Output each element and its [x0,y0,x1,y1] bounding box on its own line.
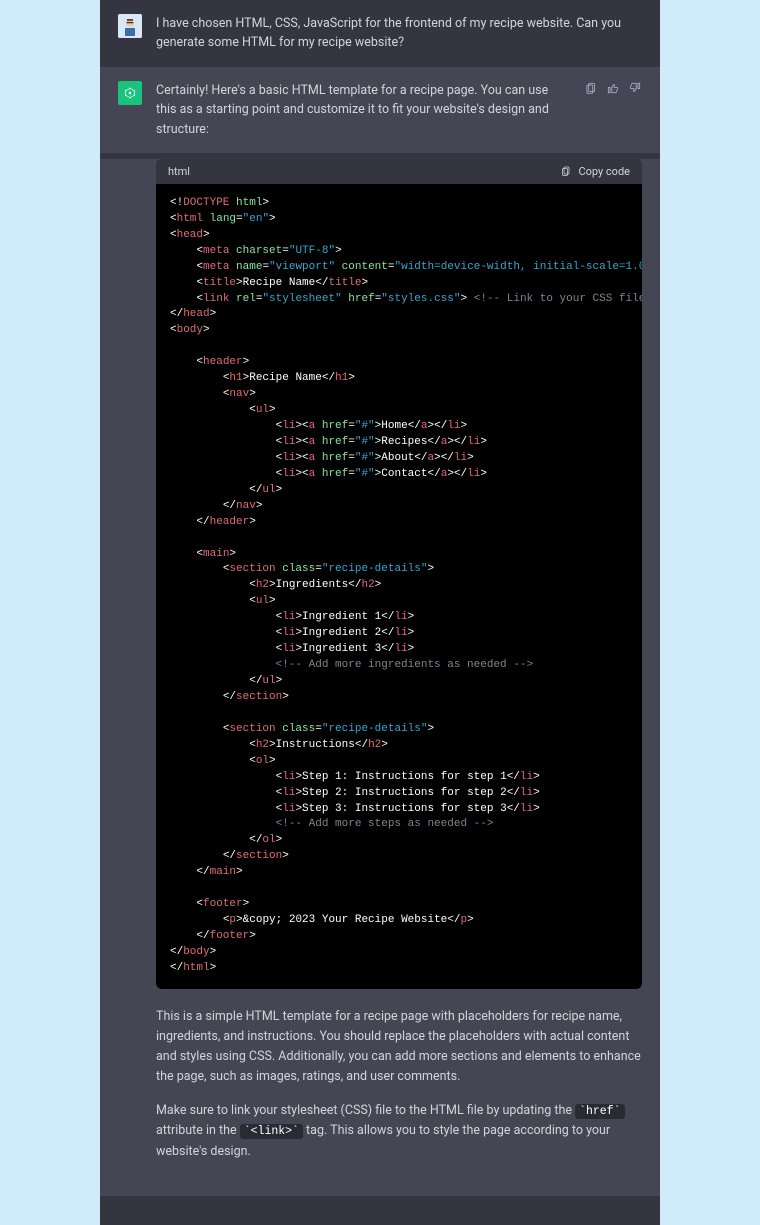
inline-code-href: `href` [575,1104,624,1119]
code-lang-label: html [168,165,190,178]
clipboard-icon[interactable] [584,81,598,99]
chat-container: I have chosen HTML, CSS, JavaScript for … [100,0,660,1225]
thumbs-up-icon[interactable] [606,81,620,99]
copy-code-button[interactable]: Copy code [560,165,630,178]
user-message-text: I have chosen HTML, CSS, JavaScript for … [156,14,642,53]
assistant-paragraph-1: This is a simple HTML template for a rec… [156,1007,642,1087]
copy-code-label: Copy code [578,165,630,178]
code-body[interactable]: <!DOCTYPE html> <html lang="en"> <head> … [156,184,642,989]
code-header: html Copy code [156,159,642,184]
assistant-message-row: Certainly! Here's a basic HTML template … [100,67,660,153]
assistant-paragraph-2: Make sure to link your stylesheet (CSS) … [156,1101,642,1162]
user-avatar [118,14,142,38]
assistant-body: html Copy code <!DOCTYPE html> <html lan… [100,159,660,1196]
user-message-row: I have chosen HTML, CSS, JavaScript for … [100,0,660,67]
assistant-intro-text: Certainly! Here's a basic HTML template … [156,81,564,139]
clipboard-icon [560,165,572,177]
thumbs-down-icon[interactable] [628,81,642,99]
message-actions [584,81,642,99]
assistant-avatar [118,81,142,105]
code-block: html Copy code <!DOCTYPE html> <html lan… [156,159,642,989]
inline-code-link: `<link>` [240,1124,303,1139]
